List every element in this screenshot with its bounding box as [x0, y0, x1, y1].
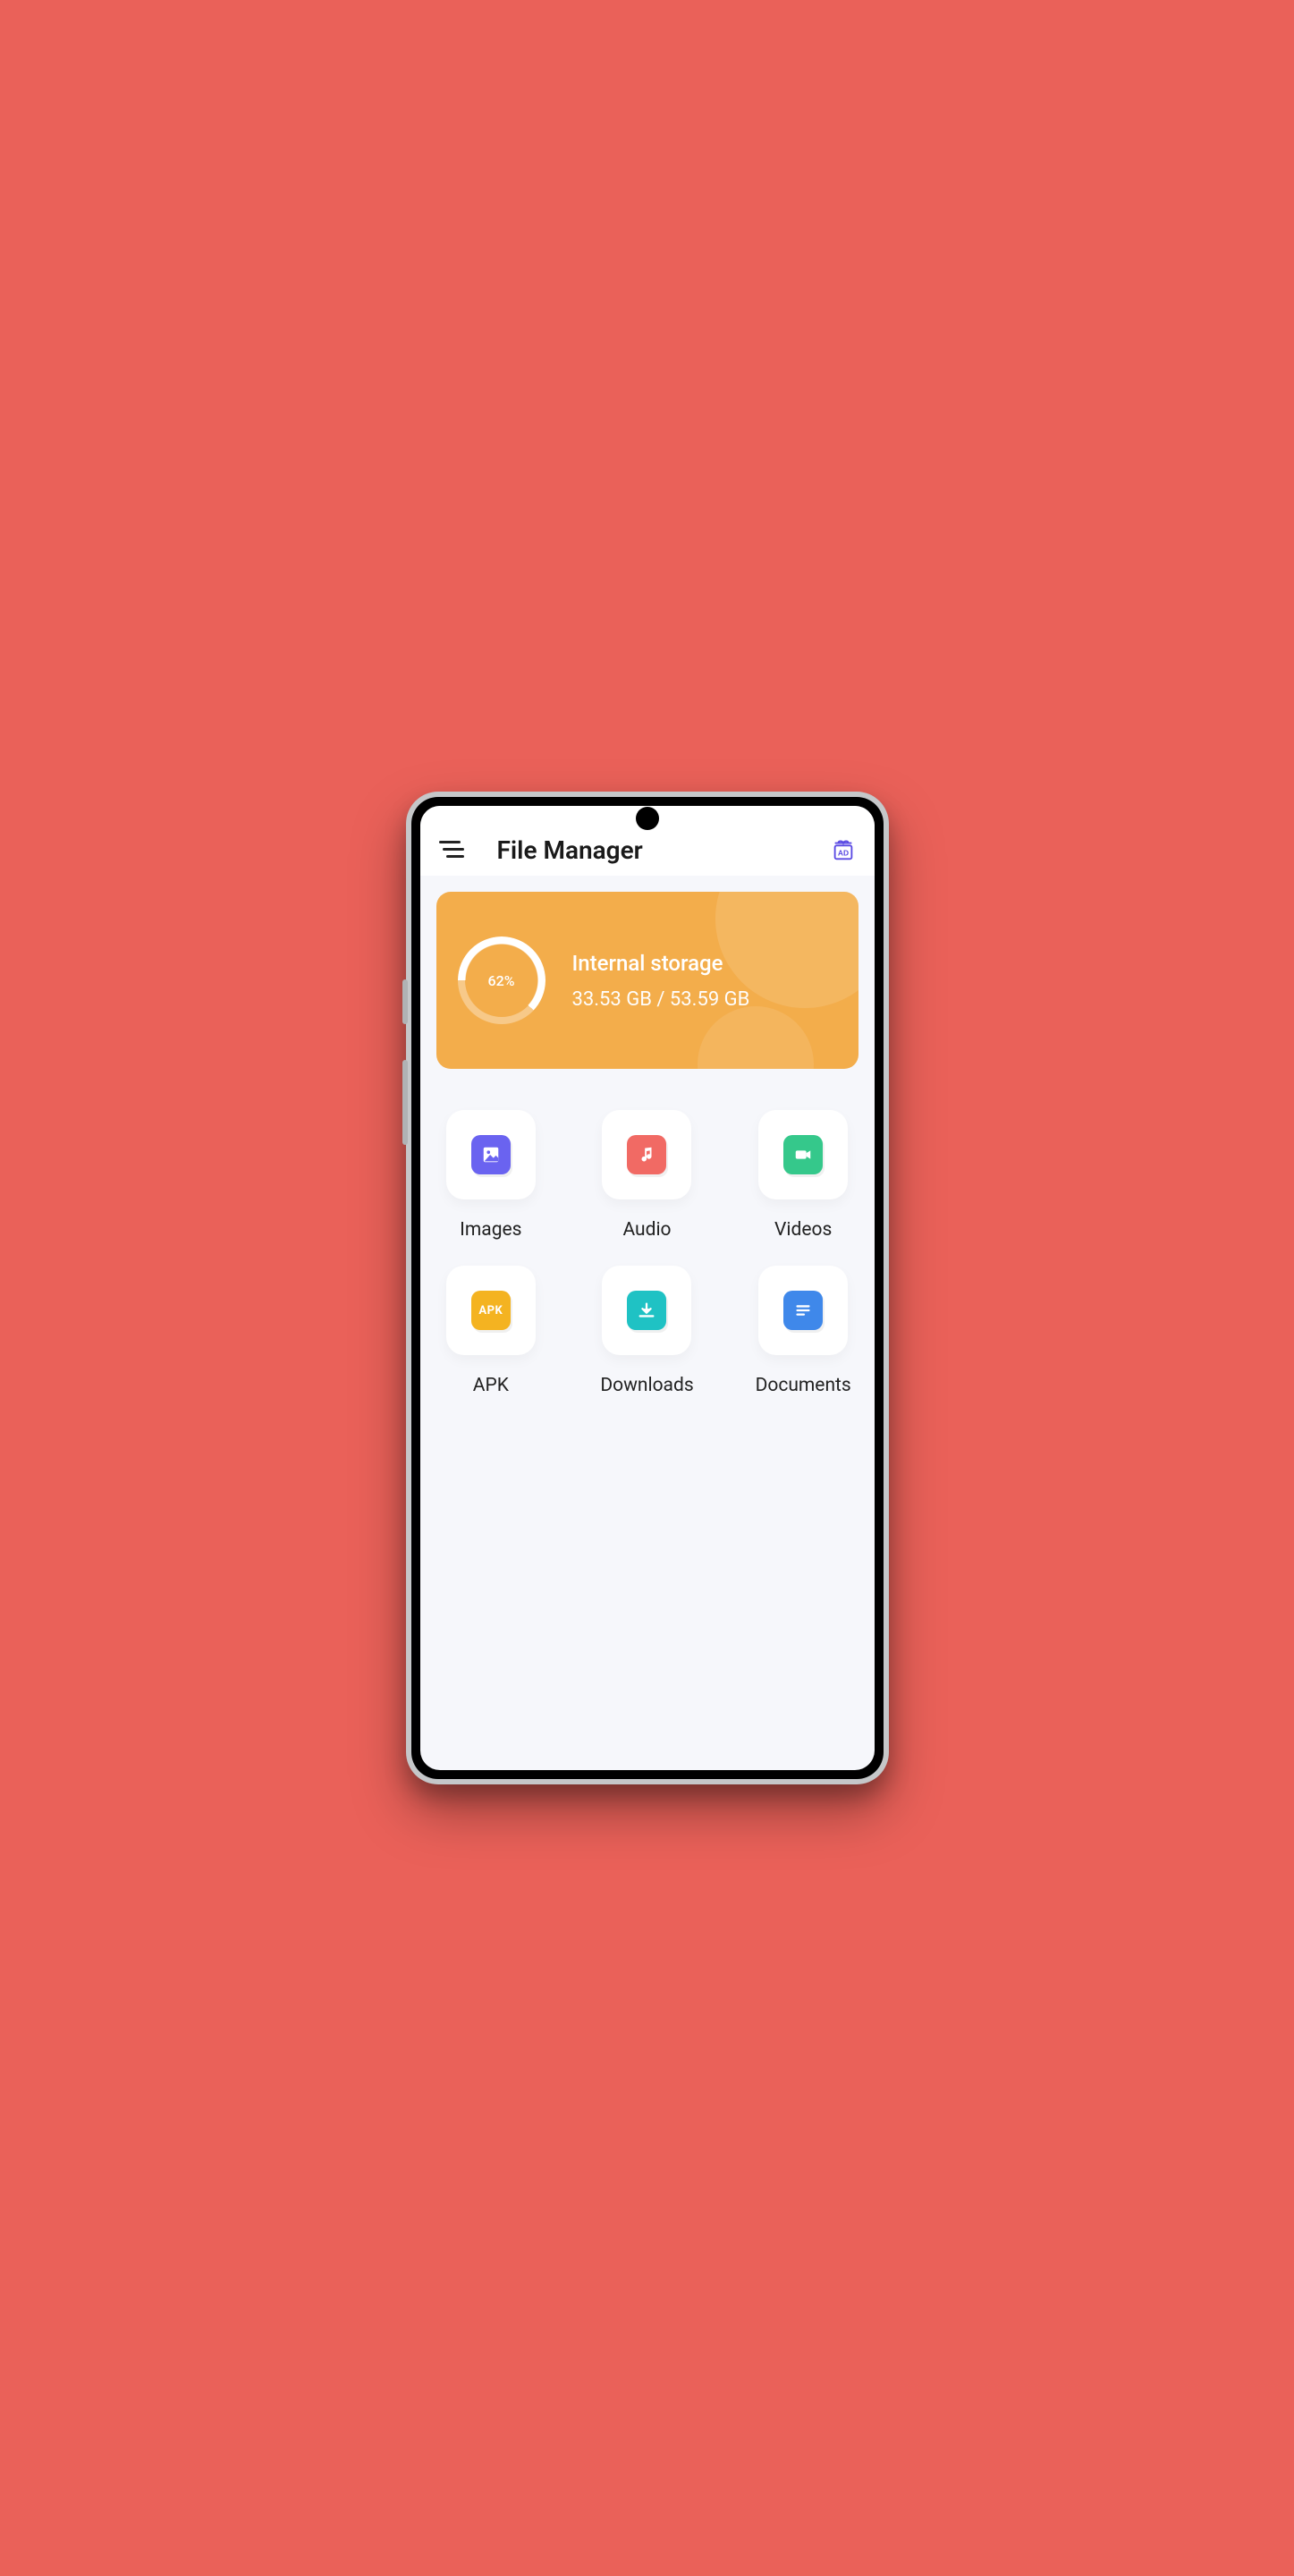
- category-icon-box: [446, 1110, 536, 1199]
- app-title: File Manager: [497, 835, 828, 865]
- category-icon-box: APK: [446, 1266, 536, 1355]
- category-icon-box: [758, 1110, 848, 1199]
- category-label: Downloads: [600, 1375, 693, 1396]
- ad-gift-button[interactable]: AD: [828, 835, 858, 865]
- decor-bubble: [698, 1006, 814, 1069]
- music-icon: [627, 1135, 666, 1174]
- apk-icon: APK: [471, 1291, 511, 1330]
- category-label: Documents: [756, 1375, 851, 1396]
- document-icon: [783, 1291, 823, 1330]
- category-icon-box: [602, 1266, 691, 1355]
- phone-frame: File Manager AD: [406, 792, 889, 1784]
- category-grid: Images Audio Videos APK APK Downloads Document…: [436, 1110, 858, 1396]
- category-documents[interactable]: Documents: [752, 1266, 855, 1396]
- phone-camera-notch: [636, 807, 659, 830]
- storage-percent-label: 62%: [458, 936, 546, 1024]
- category-images[interactable]: Images: [440, 1110, 543, 1241]
- category-label: Images: [460, 1219, 521, 1241]
- category-downloads[interactable]: Downloads: [596, 1266, 698, 1396]
- menu-icon: [439, 841, 464, 859]
- phone-side-button: [402, 979, 408, 1024]
- category-label: Audio: [622, 1219, 671, 1241]
- storage-subtitle: 33.53 GB / 53.59 GB: [572, 988, 750, 1011]
- menu-button[interactable]: [436, 835, 467, 865]
- phone-bezel: File Manager AD: [411, 797, 884, 1779]
- storage-title: Internal storage: [572, 951, 750, 976]
- content-area: 62% Internal storage 33.53 GB / 53.59 GB…: [420, 876, 875, 1412]
- category-icon-box: [602, 1110, 691, 1199]
- phone-side-button: [402, 1060, 408, 1145]
- svg-text:AD: AD: [837, 849, 848, 858]
- storage-usage-ring: 62%: [458, 936, 546, 1024]
- gift-ad-icon: AD: [830, 836, 857, 863]
- category-videos[interactable]: Videos: [752, 1110, 855, 1241]
- category-icon-box: [758, 1266, 848, 1355]
- category-audio[interactable]: Audio: [596, 1110, 698, 1241]
- app-screen: File Manager AD: [420, 806, 875, 1770]
- category-label: Videos: [774, 1219, 832, 1241]
- category-label: APK: [473, 1375, 509, 1396]
- video-icon: [783, 1135, 823, 1174]
- category-apk[interactable]: APK APK: [440, 1266, 543, 1396]
- image-icon: [471, 1135, 511, 1174]
- storage-text: Internal storage 33.53 GB / 53.59 GB: [572, 951, 750, 1011]
- download-icon: [627, 1291, 666, 1330]
- internal-storage-card[interactable]: 62% Internal storage 33.53 GB / 53.59 GB: [436, 892, 858, 1069]
